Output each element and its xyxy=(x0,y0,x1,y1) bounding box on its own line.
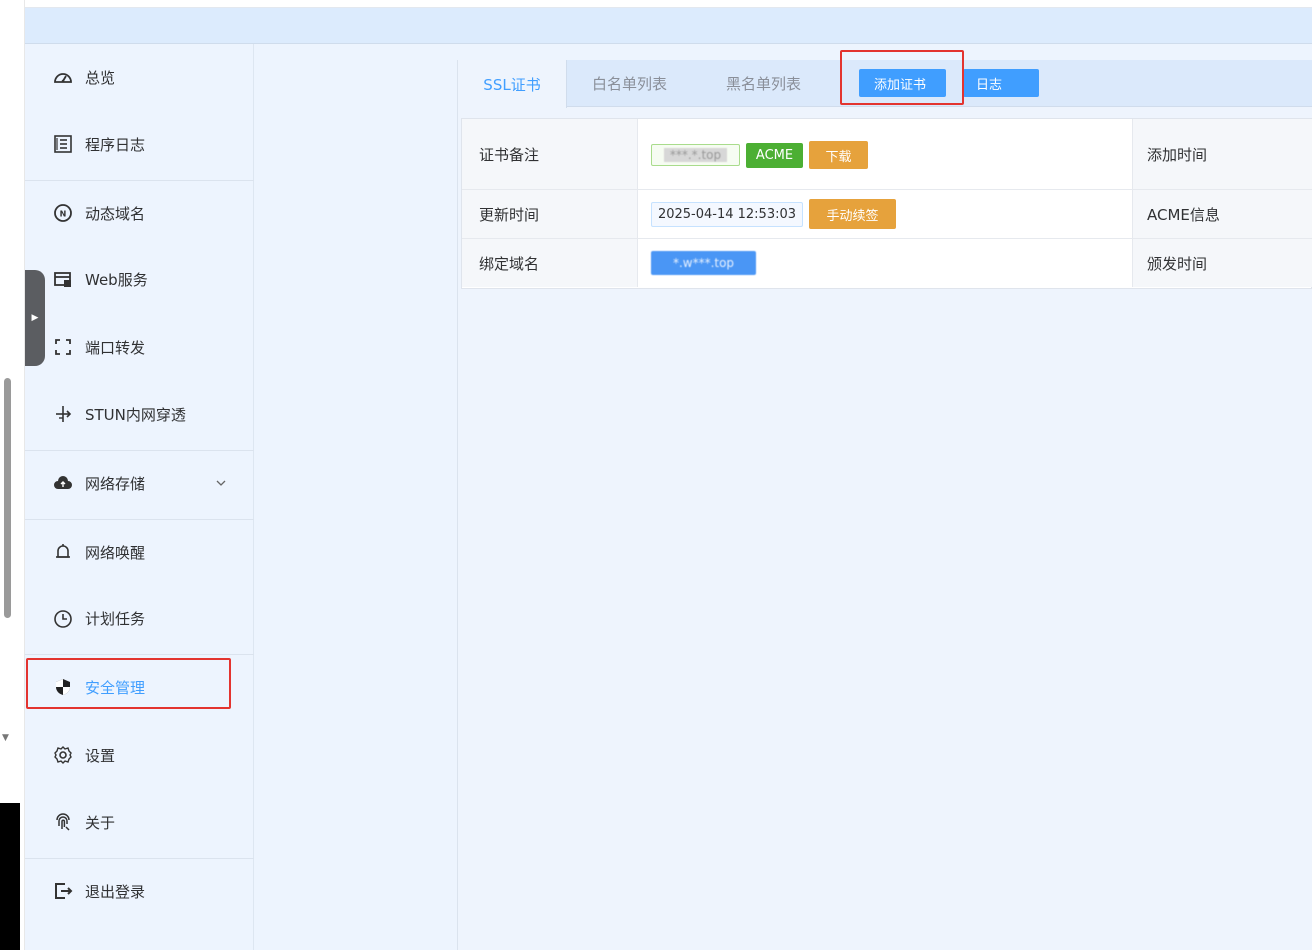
sidebar-item-label: 程序日志 xyxy=(85,135,146,154)
column-divider xyxy=(637,119,638,287)
sidebar-item-logout[interactable]: 退出登录 xyxy=(25,879,254,903)
tab-ssl-certificate[interactable]: SSL证书 xyxy=(458,60,567,108)
log-icon xyxy=(53,134,73,154)
app-header xyxy=(25,8,1312,44)
acme-info-label: ACME信息 xyxy=(1133,190,1312,238)
highlight-box-security xyxy=(26,658,231,709)
remark-label: 证书备注 xyxy=(462,119,637,189)
sidebar-item-overview[interactable]: 总览 xyxy=(25,65,254,89)
sidebar-divider xyxy=(25,519,254,520)
log-button[interactable]: 日志 xyxy=(963,69,1039,97)
desktop-background xyxy=(0,803,20,950)
play-arrow-icon: ▶ xyxy=(31,313,39,323)
domain-label: 绑定域名 xyxy=(462,239,637,287)
sidebar-item-about[interactable]: 关于 xyxy=(25,810,254,834)
sidebar-item-web-service[interactable]: Web服务 xyxy=(25,267,254,291)
bell-icon xyxy=(53,542,73,562)
tab-whitelist[interactable]: 白名单列表 xyxy=(592,60,667,107)
sidebar-divider xyxy=(25,450,254,451)
sidebar-divider xyxy=(25,180,254,181)
gear-icon xyxy=(53,745,73,765)
svg-text:N: N xyxy=(60,210,67,219)
page-scrollbar[interactable] xyxy=(4,378,11,618)
sidebar-item-label: 退出登录 xyxy=(85,882,146,901)
chevron-down-icon[interactable] xyxy=(215,477,227,489)
remark-value-tag: ***.*.top xyxy=(651,144,740,166)
port-forward-icon xyxy=(53,337,73,357)
ddns-icon: N xyxy=(53,203,73,223)
clock-icon xyxy=(53,608,73,628)
sidebar-item-label: 总览 xyxy=(85,68,116,87)
dashboard-icon xyxy=(53,67,73,87)
sidebar-item-label: 网络存储 xyxy=(85,474,146,493)
update-time-label: 更新时间 xyxy=(462,190,637,238)
cloud-icon xyxy=(53,473,73,493)
stun-icon xyxy=(53,404,73,424)
sidebar-item-label: 关于 xyxy=(85,813,116,832)
top-edge xyxy=(25,0,1312,8)
download-button[interactable]: 下载 xyxy=(809,141,868,169)
domain-value: *.w***.top xyxy=(651,251,756,275)
logout-icon xyxy=(53,881,73,901)
row-divider xyxy=(462,189,1312,190)
remark-value: ***.*.top xyxy=(663,148,728,162)
sidebar-item-label: 端口转发 xyxy=(85,338,146,357)
row-divider xyxy=(462,238,1312,239)
sidebar-item-network-storage[interactable]: 网络存储 xyxy=(25,471,254,495)
sidebar-item-stun[interactable]: STUN内网穿透 xyxy=(25,402,254,426)
sidebar-item-label: 设置 xyxy=(85,746,116,765)
add-time-label: 添加时间 xyxy=(1133,119,1312,189)
sidebar-divider xyxy=(25,858,254,859)
manual-renew-button[interactable]: 手动续签 xyxy=(809,199,896,229)
sidebar-item-label: 动态域名 xyxy=(85,204,146,223)
sidebar-item-port-forward[interactable]: 端口转发 xyxy=(25,335,254,359)
sidebar-item-label: 网络唤醒 xyxy=(85,543,146,562)
sidebar-item-scheduled-tasks[interactable]: 计划任务 xyxy=(25,606,254,630)
sidebar-item-label: STUN内网穿透 xyxy=(85,405,186,424)
acme-type-tag: ACME xyxy=(746,143,803,168)
sidebar-item-wake-on-lan[interactable]: 网络唤醒 xyxy=(25,540,254,564)
sidebar-item-settings[interactable]: 设置 xyxy=(25,743,254,767)
sidebar-item-label: 计划任务 xyxy=(85,609,146,628)
sidebar-collapse-handle[interactable]: ▶ xyxy=(25,270,45,366)
sidebar-item-program-log[interactable]: 程序日志 xyxy=(25,132,254,156)
sidebar-divider xyxy=(25,654,254,655)
tab-blacklist[interactable]: 黑名单列表 xyxy=(726,60,801,107)
issue-time-label: 颁发时间 xyxy=(1133,239,1312,287)
fingerprint-icon xyxy=(53,812,73,832)
update-time-value: 2025-04-14 12:53:03 xyxy=(651,202,803,227)
scroll-down-arrow-icon[interactable]: ▼ xyxy=(2,733,9,743)
highlight-box-add-certificate xyxy=(840,50,964,105)
sidebar-item-ddns[interactable]: N 动态域名 xyxy=(25,201,254,225)
column-divider xyxy=(1132,119,1133,287)
sidebar-item-label: Web服务 xyxy=(85,270,148,289)
web-service-icon xyxy=(53,269,73,289)
